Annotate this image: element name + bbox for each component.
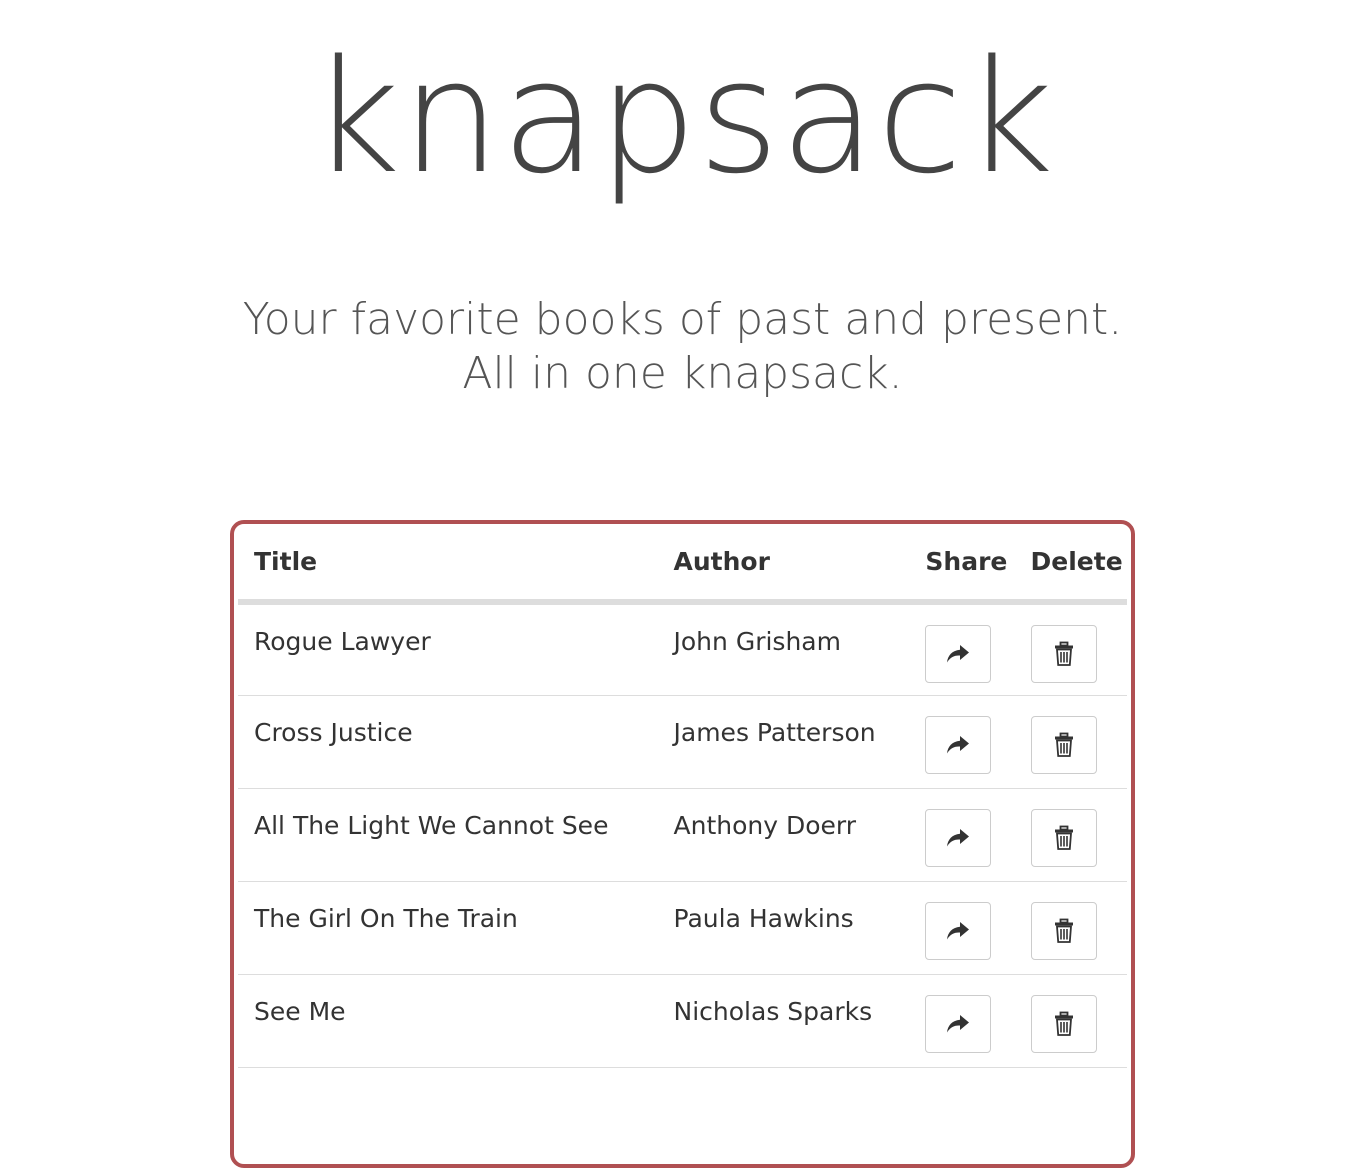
book-title-cell: Cross Justice xyxy=(238,695,658,789)
book-title-cell: All The Light We Cannot See xyxy=(238,788,658,882)
trash-icon xyxy=(1053,641,1075,667)
books-table: Title Author Share Delete Rogue Lawyer Jo… xyxy=(238,524,1127,1108)
delete-button[interactable] xyxy=(1030,808,1097,867)
book-author-cell: Anthony Doerr xyxy=(657,788,926,882)
delete-cell xyxy=(1010,881,1127,975)
table-row: All The Light We Cannot See Anthony Doerr xyxy=(238,788,1127,882)
share-button[interactable] xyxy=(925,625,992,683)
tagline: Your favorite books of past and present.… xyxy=(242,294,1123,399)
table-row: See Me Nicholas Sparks xyxy=(238,974,1127,1068)
header-row: Title Author Share Delete xyxy=(238,524,1127,605)
share-icon xyxy=(945,1013,971,1035)
delete-button[interactable] xyxy=(1030,901,1097,960)
books-table-header: Title Author Share Delete xyxy=(238,524,1127,605)
delete-button[interactable] xyxy=(1030,625,1097,683)
share-cell xyxy=(925,602,1011,696)
delete-cell xyxy=(1010,974,1127,1068)
share-icon xyxy=(945,920,971,942)
book-title-cell: Rogue Lawyer xyxy=(238,602,658,696)
share-cell xyxy=(925,695,1011,789)
trash-icon xyxy=(1053,918,1075,944)
share-button[interactable] xyxy=(925,715,992,774)
delete-cell xyxy=(1010,788,1127,882)
table-row: The Girl On The Train Paula Hawkins xyxy=(238,881,1127,975)
book-author-cell: Nicholas Sparks xyxy=(657,974,926,1068)
column-header-title[interactable]: Title xyxy=(238,524,658,605)
book-title-cell: See Me xyxy=(238,974,658,1068)
share-button[interactable] xyxy=(925,994,992,1053)
delete-cell xyxy=(1010,695,1127,789)
app-title: knapsack xyxy=(310,26,1055,208)
books-table-body: Rogue Lawyer John Grisham Cross Justice Jam… xyxy=(238,602,1127,1108)
share-cell xyxy=(925,881,1011,975)
share-icon xyxy=(945,734,971,756)
book-title-cell: The Girl On The Train xyxy=(238,881,658,975)
book-author-cell: John Grisham xyxy=(657,602,926,696)
trash-icon xyxy=(1053,732,1075,758)
share-icon xyxy=(945,827,971,849)
share-cell xyxy=(925,974,1011,1068)
share-icon xyxy=(945,643,971,665)
share-button[interactable] xyxy=(925,808,992,867)
delete-cell xyxy=(1010,602,1127,696)
share-button[interactable] xyxy=(925,901,992,960)
delete-button[interactable] xyxy=(1030,715,1097,774)
books-table-card: Title Author Share Delete Rogue Lawyer Jo… xyxy=(230,520,1135,1168)
table-row xyxy=(238,1067,1127,1108)
column-header-author[interactable]: Author xyxy=(657,524,926,605)
table-row: Cross Justice James Patterson xyxy=(238,695,1127,789)
table-row: Rogue Lawyer John Grisham xyxy=(238,602,1127,696)
trash-icon xyxy=(1053,1011,1075,1037)
delete-button[interactable] xyxy=(1030,994,1097,1053)
trash-icon xyxy=(1053,825,1075,851)
column-header-delete: Delete xyxy=(1010,524,1127,605)
book-author-cell: James Patterson xyxy=(657,695,926,789)
share-cell xyxy=(925,788,1011,882)
book-author-cell: Paula Hawkins xyxy=(657,881,926,975)
empty-cell xyxy=(238,1067,1127,1108)
column-header-share: Share xyxy=(925,524,1011,605)
